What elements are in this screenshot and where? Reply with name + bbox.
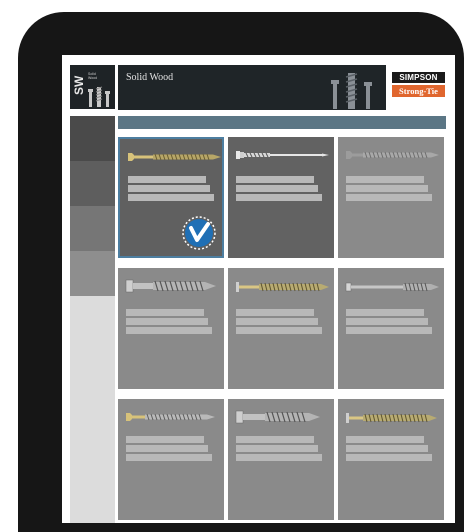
product-card[interactable] (228, 137, 334, 258)
product-card[interactable] (338, 399, 444, 520)
screw-icon (346, 413, 437, 423)
product-card[interactable] (228, 399, 334, 520)
product-card[interactable] (118, 137, 224, 258)
category-banner: Solid Wood (118, 65, 386, 110)
section-header-bar (118, 116, 446, 129)
category-sidebar (70, 116, 115, 523)
product-card[interactable] (338, 137, 444, 258)
app-screen: SW Solid Wood Solid Wood SIMPSON Strong-… (62, 55, 455, 523)
screw-icon (345, 282, 439, 292)
brand-bottom-text: Strong-Tie (392, 85, 445, 97)
selected-check-icon (182, 216, 216, 250)
screw-icon (126, 413, 215, 421)
screw-icon (128, 153, 221, 161)
brand-top-text: SIMPSON (392, 72, 445, 83)
product-card[interactable] (338, 268, 444, 389)
banner-title: Solid Wood (126, 72, 174, 83)
screw-icon (346, 151, 439, 159)
logo-sub-line-2: Wood (88, 76, 98, 80)
app-logo[interactable]: SW Solid Wood (70, 65, 115, 109)
sidebar-item-1[interactable] (70, 116, 115, 161)
screw-icon (88, 86, 110, 107)
logo-subtitle: Solid Wood (88, 72, 97, 80)
logo-abbreviation: SW (72, 75, 86, 95)
tablet-frame: SW Solid Wood Solid Wood SIMPSON Strong-… (18, 12, 464, 532)
simpson-strong-tie-logo: SIMPSON Strong-Tie (392, 72, 445, 97)
screw-icon (236, 282, 329, 292)
sidebar-item-3[interactable] (70, 206, 115, 251)
product-card[interactable] (118, 268, 224, 389)
sidebar-item-2[interactable] (70, 161, 115, 206)
product-card[interactable] (118, 399, 224, 520)
sidebar-item-4[interactable] (70, 251, 115, 296)
screw-icon (125, 279, 216, 293)
screw-icon (236, 151, 329, 159)
screws-illustration-icon (331, 73, 372, 109)
product-card[interactable] (228, 268, 334, 389)
screw-icon (235, 410, 320, 424)
